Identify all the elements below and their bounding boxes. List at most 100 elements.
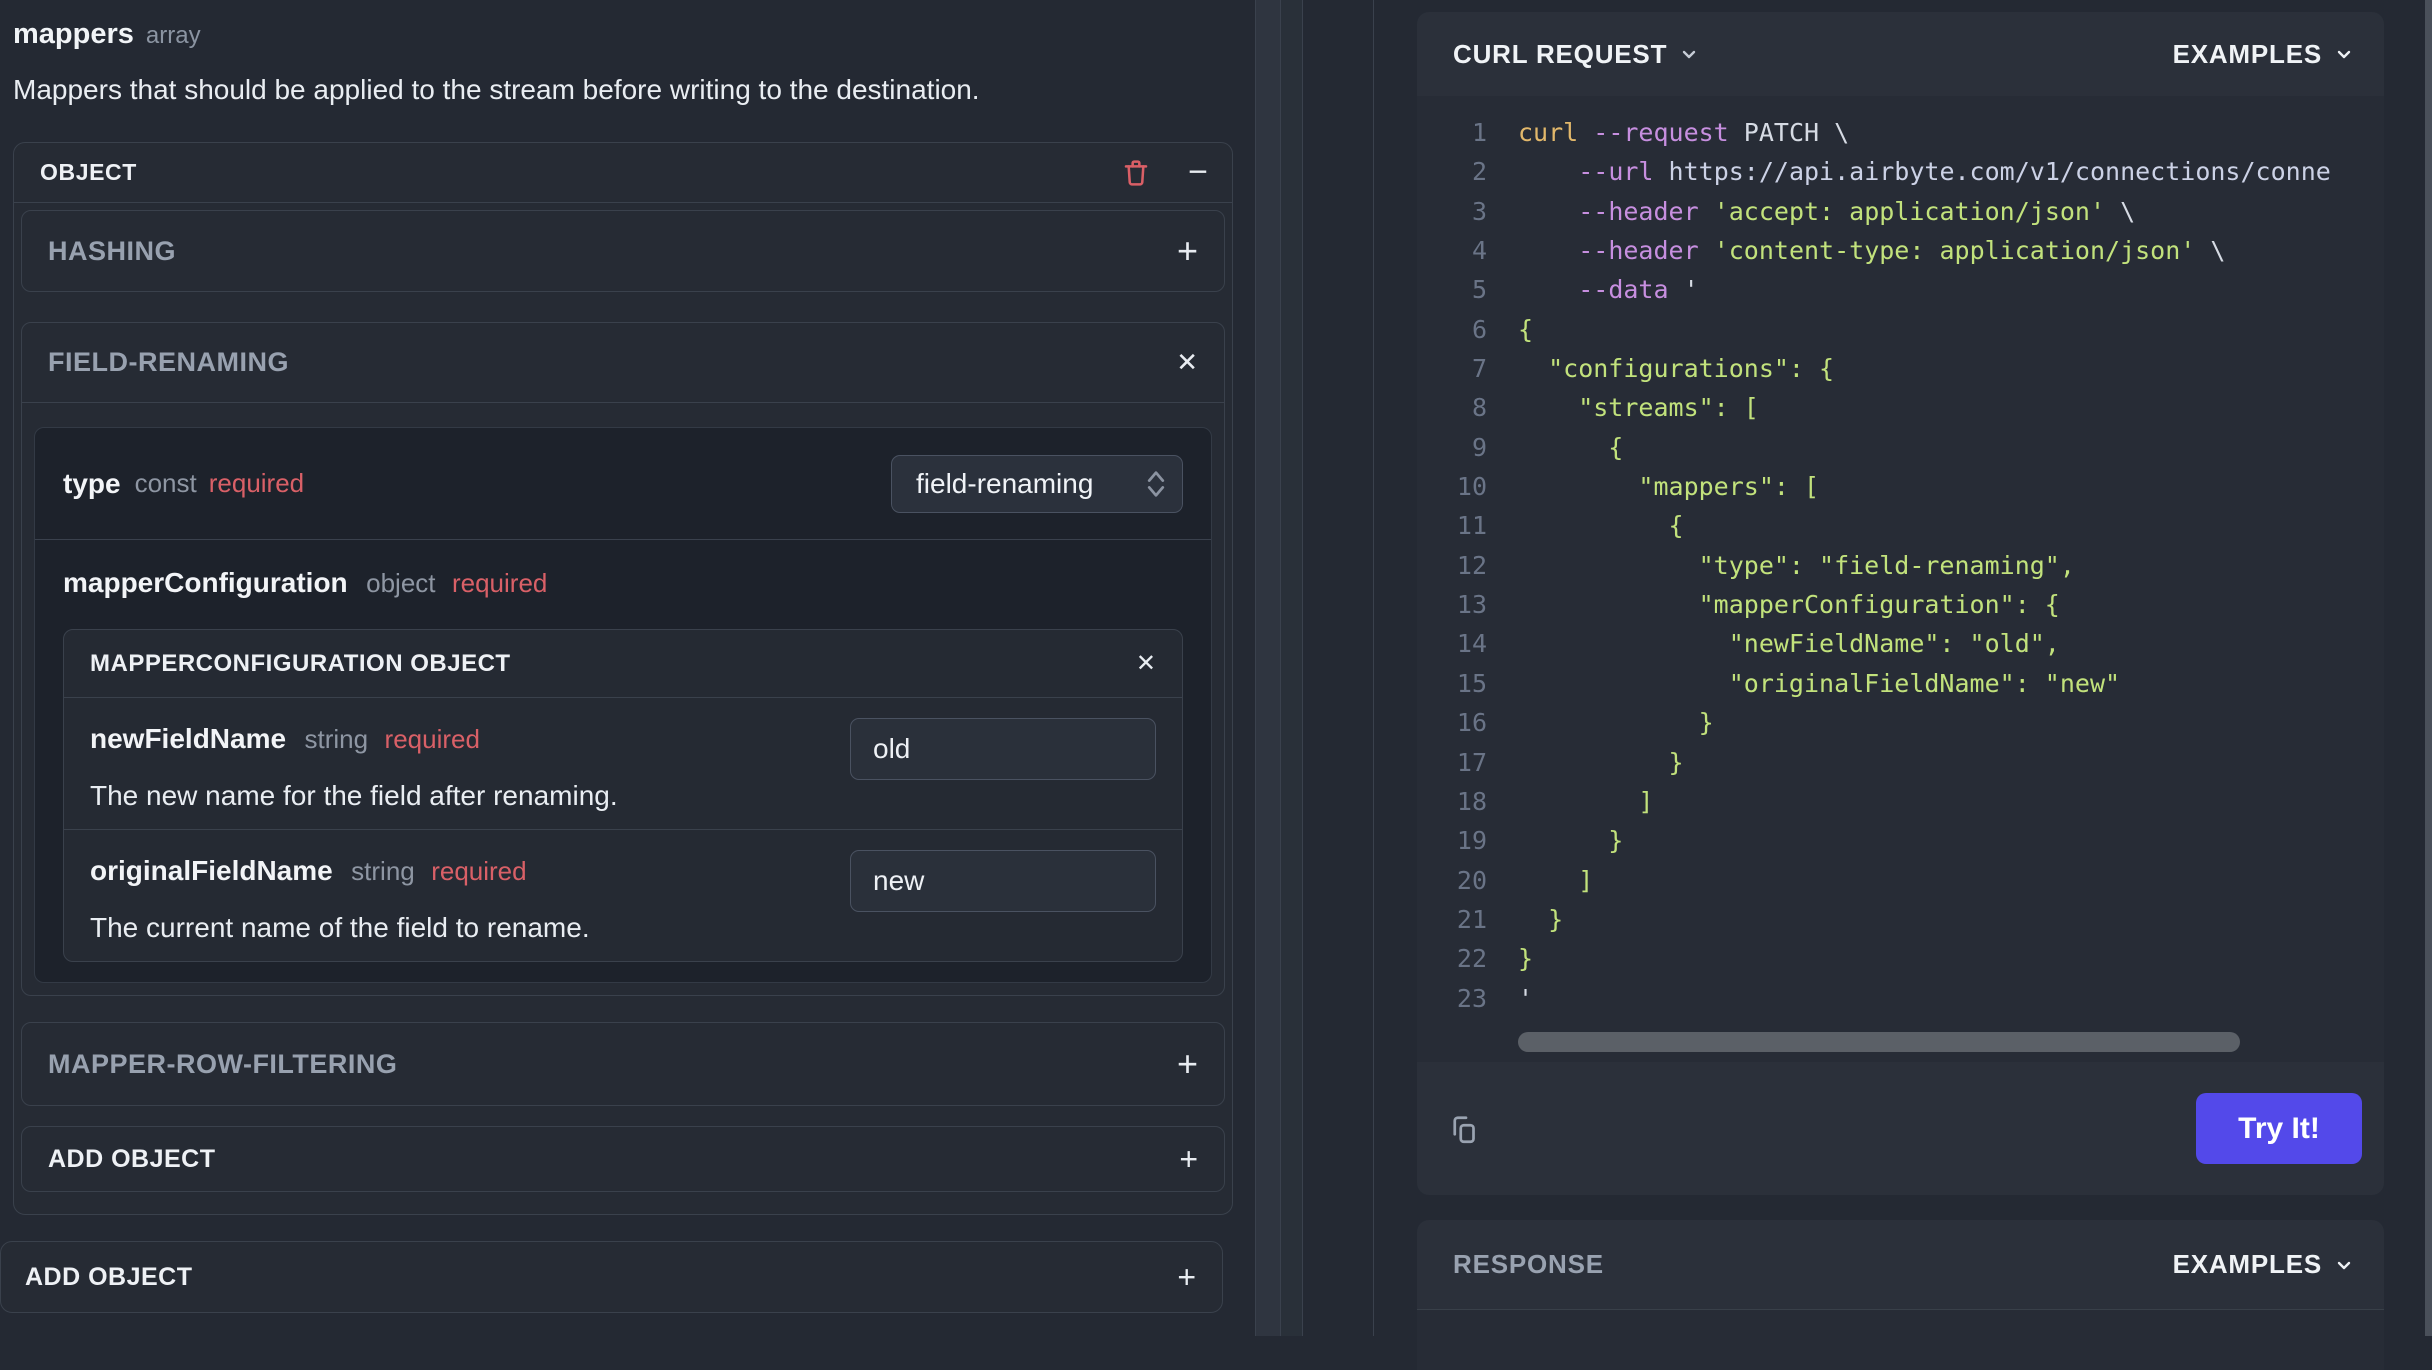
code-line: 9 { xyxy=(1417,428,2384,467)
line-number: 22 xyxy=(1456,944,1487,974)
line-number: 14 xyxy=(1456,629,1487,659)
chevron-down-icon xyxy=(1683,50,1696,59)
schema-editor-pane: mappers array Mappers that should be app… xyxy=(0,0,1255,1336)
code-text: "originalFieldName": "new" xyxy=(1518,668,2121,698)
remove-field-renaming-button[interactable]: ✕ xyxy=(1176,347,1198,378)
line-number: 16 xyxy=(1456,708,1487,738)
remove-mapper-configuration-button[interactable]: ✕ xyxy=(1136,649,1156,678)
delete-object-button[interactable] xyxy=(1120,157,1152,189)
new-field-name-kind: string xyxy=(304,724,369,754)
line-number: 8 xyxy=(1471,393,1487,423)
code-line: 4 --header 'content-type: application/js… xyxy=(1417,231,2384,270)
code-text: { xyxy=(1518,432,1624,462)
new-field-name-input[interactable] xyxy=(850,718,1156,780)
code-text: } xyxy=(1518,904,1564,934)
mapper-configuration-name: mapperConfiguration xyxy=(63,567,348,598)
code-line: 7 "configurations": { xyxy=(1417,349,2384,388)
object-card-header: OBJECT − xyxy=(14,143,1232,203)
response-code-block xyxy=(1417,1310,2384,1370)
field-description: Mappers that should be applied to the st… xyxy=(13,74,980,105)
code-text: --header 'content-type: application/json… xyxy=(1578,236,2226,266)
line-number: 10 xyxy=(1456,472,1487,502)
type-select-value: field-renaming xyxy=(916,467,1094,499)
plus-icon: + xyxy=(1176,230,1198,271)
curl-code-block[interactable]: 1 curl --request PATCH \ 2 --url https://a… xyxy=(1417,96,2384,1062)
horizontal-scrollbar-thumb[interactable] xyxy=(1518,1032,2240,1052)
code-line: 22} xyxy=(1417,939,2384,978)
left-pane-scrollbar-thumb[interactable] xyxy=(1255,0,1281,1336)
original-field-name-kind: string xyxy=(351,856,415,886)
code-line: 6{ xyxy=(1417,310,2384,349)
code-text: "configurations": { xyxy=(1518,354,1835,384)
code-line: 1 curl --request PATCH \ xyxy=(1417,113,2384,152)
new-field-name-required-badge: required xyxy=(384,724,480,754)
code-text: --header 'accept: application/json' \ xyxy=(1578,196,2136,226)
line-number: 21 xyxy=(1456,904,1487,934)
line-number: 5 xyxy=(1471,275,1487,305)
add-object-button-inner[interactable]: ADD OBJECT + xyxy=(21,1126,1225,1192)
request-language-dropdown[interactable]: CURL REQUEST xyxy=(1453,39,1701,70)
line-number: 19 xyxy=(1456,826,1487,856)
copy-icon xyxy=(1453,1115,1475,1143)
code-text: } xyxy=(1518,747,1684,777)
code-line: 20 ] xyxy=(1417,861,2384,900)
mapper-configuration-required-badge: required xyxy=(451,568,548,598)
code-line: 16 } xyxy=(1417,703,2384,742)
close-icon: ✕ xyxy=(1176,347,1198,377)
curl-request-header: CURL REQUEST EXAMPLES xyxy=(1417,12,2384,96)
mapper-configuration-card-title: MAPPERCONFIGURATION OBJECT xyxy=(90,649,511,677)
copy-code-button[interactable] xyxy=(1445,1111,1481,1147)
code-text: { xyxy=(1518,314,1534,344)
field-renaming-group: type const required field-renaming mappe… xyxy=(34,427,1212,983)
left-pane-scrollbar-track[interactable] xyxy=(1281,0,1303,1336)
code-line: 21 } xyxy=(1417,900,2384,939)
curl-card-footer: Try It! xyxy=(1417,1062,2384,1195)
mapper-configuration-card: MAPPERCONFIGURATION OBJECT ✕ newFieldNam… xyxy=(63,629,1183,962)
expand-mapper-row-filtering-button[interactable]: + xyxy=(1177,1043,1198,1085)
code-line: 13 "mapperConfiguration": { xyxy=(1417,585,2384,624)
line-number: 2 xyxy=(1471,157,1487,187)
collapse-object-button[interactable]: − xyxy=(1188,153,1208,192)
hashing-title: HASHING xyxy=(48,235,177,266)
line-number: 7 xyxy=(1471,354,1487,384)
field-renaming-body: type const required field-renaming mappe… xyxy=(22,403,1224,995)
code-text: "type": "field-renaming", xyxy=(1518,550,2075,580)
api-examples-pane: CURL REQUEST EXAMPLES 1 curl --request PA… xyxy=(1374,0,2432,1370)
line-number: 11 xyxy=(1456,511,1487,541)
examples-label: EXAMPLES xyxy=(2172,1249,2322,1279)
code-line: 10 "mappers": [ xyxy=(1417,467,2384,506)
response-examples-dropdown[interactable]: EXAMPLES xyxy=(2173,1249,2356,1280)
field-kind: array xyxy=(145,22,201,49)
line-number: 12 xyxy=(1456,550,1487,580)
line-number: 20 xyxy=(1456,865,1487,895)
line-number: 15 xyxy=(1456,668,1487,698)
code-text: "streams": [ xyxy=(1518,393,1759,423)
original-field-name-group: originalFieldName string required The cu… xyxy=(64,829,1182,961)
chevron-down-icon xyxy=(2337,1261,2351,1269)
response-title: RESPONSE xyxy=(1453,1249,1604,1279)
mapper-row-filtering-section[interactable]: MAPPER-ROW-FILTERING + xyxy=(21,1022,1225,1106)
hashing-section[interactable]: HASHING + xyxy=(21,210,1225,292)
response-header: RESPONSE EXAMPLES xyxy=(1417,1220,2384,1310)
examples-label: EXAMPLES xyxy=(2172,38,2322,69)
plus-icon: + xyxy=(1176,1043,1198,1084)
request-examples-dropdown[interactable]: EXAMPLES xyxy=(2173,39,2356,70)
type-property-row: type const required field-renaming xyxy=(35,428,1211,540)
mapper-configuration-section: mapperConfiguration object required MAPP… xyxy=(35,540,1211,982)
type-required-badge: required xyxy=(208,468,305,498)
code-text: "mappers": [ xyxy=(1518,472,1820,502)
code-line: 8 "streams": [ xyxy=(1417,388,2384,427)
trash-icon xyxy=(1124,159,1148,186)
code-text: "mapperConfiguration": { xyxy=(1518,590,2060,620)
expand-hashing-button[interactable]: + xyxy=(1177,230,1198,272)
object-card-title: OBJECT xyxy=(40,159,137,185)
code-line: 3 --header 'accept: application/json' \ xyxy=(1417,192,2384,231)
chevron-down-icon xyxy=(2337,50,2351,59)
try-it-button[interactable]: Try It! xyxy=(2196,1093,2362,1164)
new-field-name-description: The new name for the field after renamin… xyxy=(90,780,618,811)
type-select[interactable]: field-renaming xyxy=(891,454,1183,513)
new-field-name-label: newFieldName xyxy=(90,723,287,754)
add-object-button-outer[interactable]: ADD OBJECT + xyxy=(0,1241,1223,1313)
original-field-name-input[interactable] xyxy=(850,850,1156,912)
code-line: 11 { xyxy=(1417,506,2384,545)
